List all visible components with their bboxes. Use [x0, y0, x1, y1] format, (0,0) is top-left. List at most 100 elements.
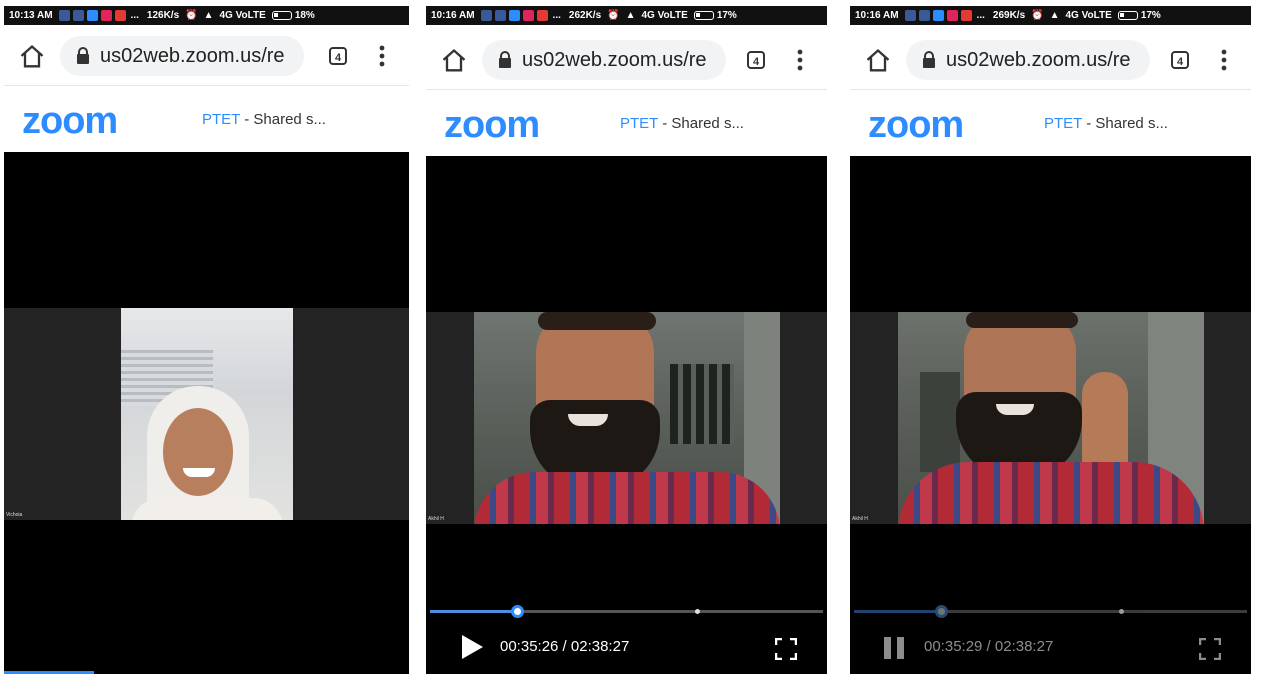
home-icon[interactable]: [864, 47, 892, 75]
participant-video: [898, 312, 1204, 524]
gmail-icon: [522, 10, 534, 21]
participant-name-tag: Vichoia: [6, 512, 23, 518]
shoulders: [131, 498, 283, 520]
meeting-title-rest: - Shared s...: [240, 111, 326, 128]
progress-fill: [430, 610, 518, 613]
lock-icon: [923, 51, 935, 68]
participant-name-tag: Akhil H: [428, 516, 444, 522]
participant-video: [121, 308, 293, 520]
network-speed: 262K/s: [568, 10, 602, 21]
gmail-icon: [946, 10, 958, 21]
phone-screenshot-1: 10:13 AM ... 126K/s ⏰ ▲ 4G VoLTE 18% us0…: [0, 0, 413, 674]
home-icon[interactable]: [18, 43, 46, 71]
zoom-logo[interactable]: zoom: [444, 104, 540, 147]
status-time: 10:16 AM: [431, 10, 475, 21]
mail-icon: [114, 10, 126, 21]
progress-bar[interactable]: [430, 605, 823, 618]
overflow-menu-icon[interactable]: [1221, 49, 1227, 71]
browser-toolbar: us02web.zoom.us/re 4: [850, 31, 1251, 90]
phone-screenshot-3: 10:16 AM ... 269K/s ⏰ ▲ 4G VoLTE 17% us0…: [846, 0, 1255, 674]
alarm-icon: ⏰: [1031, 10, 1044, 21]
facebook-icon: [494, 10, 506, 21]
timecode: 00:35:29 / 02:38:27: [924, 638, 1054, 655]
network-speed: 126K/s: [146, 10, 180, 21]
meeting-title: PTET - Shared s...: [202, 111, 326, 128]
video-area: Vichoia: [4, 308, 409, 520]
tab-switcher-button[interactable]: 4: [747, 51, 765, 69]
player-controls: 00:35:29 / 02:38:27: [850, 614, 1251, 674]
url-text: us02web.zoom.us/re: [522, 49, 707, 71]
messenger-icon: [932, 10, 944, 21]
lock-icon: [499, 51, 511, 68]
messenger-icon: [86, 10, 98, 21]
browser-toolbar: us02web.zoom.us/re 4: [4, 27, 409, 86]
facebook-icon: [58, 10, 70, 21]
status-bar: 10:16 AM ... 262K/s ⏰ ▲ 4G VoLTE 17%: [426, 6, 827, 25]
address-bar[interactable]: us02web.zoom.us/re: [906, 40, 1150, 80]
lock-icon: [77, 47, 89, 64]
facebook-icon: [480, 10, 492, 21]
zoom-logo[interactable]: zoom: [868, 104, 964, 147]
battery-level: 17%: [716, 10, 737, 21]
status-bar: 10:13 AM ... 126K/s ⏰ ▲ 4G VoLTE 18%: [4, 6, 409, 25]
facebook-icon: [904, 10, 916, 21]
more-notifications: ...: [976, 10, 985, 21]
recording-player[interactable]: Vichoia: [4, 152, 409, 674]
fullscreen-icon[interactable]: [775, 638, 797, 660]
address-bar[interactable]: us02web.zoom.us/re: [482, 40, 726, 80]
recording-player[interactable]: Akhil H 00:35:26 / 02:38:27: [426, 156, 827, 674]
more-notifications: ...: [130, 10, 139, 21]
zoom-logo[interactable]: zoom: [22, 100, 118, 143]
browser-toolbar: us02web.zoom.us/re 4: [426, 31, 827, 90]
mail-icon: [536, 10, 548, 21]
progress-fill: [854, 610, 942, 613]
meeting-title: PTET - Shared s...: [1044, 115, 1168, 132]
gmail-icon: [100, 10, 112, 21]
status-time: 10:13 AM: [9, 10, 53, 21]
phone-screenshot-2: 10:16 AM ... 262K/s ⏰ ▲ 4G VoLTE 17% us0…: [422, 0, 831, 674]
recording-player[interactable]: Akhil H 00:35:29 / 02:38:27: [850, 156, 1251, 674]
facebook-icon: [918, 10, 930, 21]
url-text: us02web.zoom.us/re: [100, 45, 285, 67]
network-type: 4G VoLTE: [219, 10, 266, 21]
checked-shirt: [474, 472, 780, 524]
meeting-title-prefix: PTET: [1044, 115, 1083, 132]
signal-icon: ▲: [625, 10, 636, 21]
alarm-icon: ⏰: [185, 10, 198, 21]
tab-switcher-button[interactable]: 4: [329, 47, 347, 65]
play-icon[interactable]: [460, 634, 484, 660]
signal-icon: ▲: [203, 10, 214, 21]
alarm-icon: ⏰: [607, 10, 620, 21]
meeting-title-prefix: PTET: [202, 111, 241, 128]
meeting-title: PTET - Shared s...: [620, 115, 744, 132]
network-type: 4G VoLTE: [641, 10, 688, 21]
overflow-menu-icon[interactable]: [797, 49, 803, 71]
window-grill: [670, 364, 734, 444]
zoom-header: zoom PTET - Shared s...: [426, 90, 827, 156]
mail-icon: [960, 10, 972, 21]
battery-level: 18%: [294, 10, 315, 21]
face: [163, 408, 233, 496]
address-bar[interactable]: us02web.zoom.us/re: [60, 36, 304, 76]
battery-icon: [271, 11, 292, 20]
tab-switcher-button[interactable]: 4: [1171, 51, 1189, 69]
smile: [568, 414, 608, 426]
meeting-title-rest: - Shared s...: [658, 115, 744, 132]
fullscreen-icon[interactable]: [1199, 638, 1221, 660]
battery-level: 17%: [1140, 10, 1161, 21]
player-controls: 00:35:26 / 02:38:27: [426, 614, 827, 674]
network-type: 4G VoLTE: [1065, 10, 1112, 21]
checked-shirt: [898, 462, 1204, 524]
participant-name-tag: Akhil H: [852, 516, 868, 522]
overflow-menu-icon[interactable]: [379, 45, 385, 67]
progress-bar[interactable]: [854, 605, 1247, 618]
pause-icon[interactable]: [882, 636, 906, 660]
hair: [538, 312, 656, 330]
hair: [966, 312, 1078, 328]
battery-icon: [693, 11, 714, 20]
smile: [183, 468, 215, 477]
network-speed: 269K/s: [992, 10, 1026, 21]
home-icon[interactable]: [440, 47, 468, 75]
smile: [996, 404, 1034, 415]
meeting-title-prefix: PTET: [620, 115, 659, 132]
